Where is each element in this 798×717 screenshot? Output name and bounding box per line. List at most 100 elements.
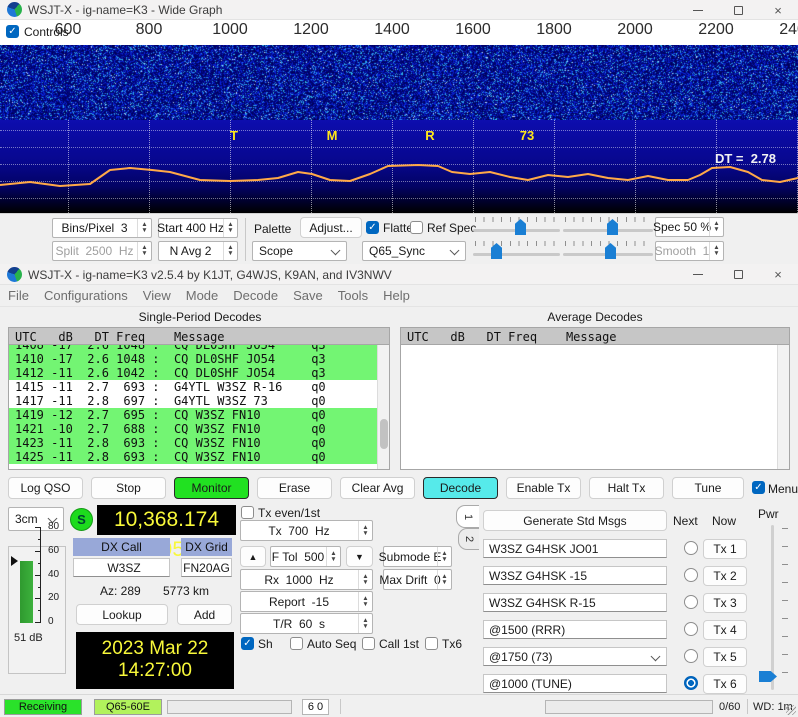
n-avg-spinbox[interactable]: N Avg 2▲▼: [158, 241, 238, 261]
spectrum-gain-slider[interactable]: [473, 241, 560, 259]
decode-row[interactable]: 1423 -11 2.8 693 : CQ W3SZ FN10 q0: [9, 436, 377, 450]
close-button[interactable]: ×: [763, 264, 793, 284]
decode-row[interactable]: 1417 -11 2.8 697 : G4YTL W3SZ 73 q0: [9, 394, 377, 408]
tx-2-now-button[interactable]: Tx 2: [703, 566, 747, 586]
minimize-button[interactable]: [683, 0, 713, 20]
scrollbar-vertical[interactable]: [377, 345, 389, 469]
f-tol-spinbox[interactable]: F Tol 500▲▼: [270, 546, 341, 567]
tx-message-3-field[interactable]: W3SZ G4HSK R-15: [483, 593, 667, 612]
tx-1-next-radio[interactable]: [684, 541, 698, 555]
tx-message-4-field[interactable]: @1500 (RRR): [483, 620, 667, 639]
tx-3-next-radio[interactable]: [684, 595, 698, 609]
decode-row[interactable]: 1412 -11 2.6 1042 : CQ DL0SHF JO54 q3: [9, 366, 377, 380]
call-1st-checkbox[interactable]: [362, 637, 375, 650]
tr-period-spinbox[interactable]: T/R 60 s▲▼: [240, 613, 373, 634]
rx-freq-spinbox[interactable]: Rx 1000 Hz▲▼: [240, 569, 373, 590]
tx-5-now-button[interactable]: Tx 5: [703, 647, 747, 667]
waterfall-display[interactable]: [0, 45, 798, 120]
adjust-button[interactable]: Adjust...: [300, 217, 362, 238]
spec-percent-spinbox[interactable]: Spec 50 %▲▼: [655, 217, 724, 237]
pwr-slider-handle[interactable]: [759, 671, 777, 682]
decode-row[interactable]: 1425 -11 2.8 693 : CQ W3SZ FN10 q0: [9, 450, 377, 464]
max-drift-spinbox[interactable]: Max Drift 0▲▼: [383, 569, 452, 590]
tx-message-6-field[interactable]: @1000 (TUNE): [483, 674, 667, 693]
erase-button[interactable]: Erase: [257, 477, 332, 499]
log-qso-button[interactable]: Log QSO: [8, 477, 83, 499]
menu-decode[interactable]: Decode: [233, 288, 278, 303]
flatten-checkbox[interactable]: ✓: [366, 221, 379, 234]
tx-6-next-radio[interactable]: [684, 676, 698, 690]
tune-button[interactable]: Tune: [672, 477, 744, 499]
tx-freq-spinbox[interactable]: Tx 700 Hz▲▼: [240, 520, 373, 541]
clear-avg-button[interactable]: Clear Avg: [340, 477, 415, 499]
menu-file[interactable]: File: [8, 288, 29, 303]
main-titlebar[interactable]: WSJT-X - ig-name=K3 v2.5.4 by K1JT, G4WJ…: [0, 264, 798, 285]
waterfall-zero-slider[interactable]: [563, 217, 653, 235]
tx-1-now-button[interactable]: Tx 1: [703, 539, 747, 559]
tx-to-rx-button[interactable]: ▲: [240, 546, 266, 567]
minimize-button[interactable]: [683, 264, 713, 284]
halt-tx-button[interactable]: Halt Tx: [589, 477, 664, 499]
close-button[interactable]: ×: [763, 0, 793, 20]
menu-view[interactable]: View: [143, 288, 171, 303]
smooth-spinbox[interactable]: Smooth 1▲▼: [655, 241, 724, 261]
status-indicator-button[interactable]: S: [70, 508, 93, 531]
maximize-button[interactable]: [723, 264, 753, 284]
dx-call-field[interactable]: W3SZ: [73, 558, 170, 577]
decode-row[interactable]: 1415 -11 2.7 693 : G4YTL W3SZ R-16 q0: [9, 380, 377, 394]
spectrum-display[interactable]: DT = 2.78 TMR73: [0, 120, 798, 213]
menu-tools[interactable]: Tools: [338, 288, 368, 303]
spectrum-zero-slider[interactable]: [563, 241, 653, 259]
auto-seq-checkbox[interactable]: [290, 637, 303, 650]
scope-combobox[interactable]: Scope: [252, 241, 347, 261]
sh-checkbox[interactable]: ✓: [241, 637, 254, 650]
report-spinbox[interactable]: Report -15▲▼: [240, 591, 373, 612]
monitor-button[interactable]: Monitor: [174, 477, 249, 499]
menu-mode[interactable]: Mode: [186, 288, 219, 303]
tx6-checkbox[interactable]: [425, 637, 438, 650]
sync-shape-combobox[interactable]: Q65_Sync: [362, 241, 466, 261]
pwr-slider-track[interactable]: [771, 525, 774, 690]
decode-row[interactable]: 1421 -10 2.7 688 : CQ W3SZ FN10 q0: [9, 422, 377, 436]
wide-graph-titlebar[interactable]: WSJT-X - ig-name=K3 - Wide Graph ×: [0, 0, 798, 20]
tx-5-next-radio[interactable]: [684, 649, 698, 663]
lookup-button[interactable]: Lookup: [76, 604, 168, 625]
start-freq-spinbox[interactable]: Start 400 Hz▲▼: [158, 218, 238, 238]
stop-button[interactable]: Stop: [91, 477, 166, 499]
scrollbar-thumb[interactable]: [380, 419, 388, 449]
add-button[interactable]: Add: [177, 604, 232, 625]
tx-message-1-field[interactable]: W3SZ G4HSK JO01: [483, 539, 667, 558]
tab-messages-2[interactable]: 2: [458, 528, 479, 550]
controls-checkbox[interactable]: ✓: [6, 25, 19, 38]
menus-checkbox[interactable]: ✓: [752, 481, 765, 494]
menu-help[interactable]: Help: [383, 288, 410, 303]
tx-3-now-button[interactable]: Tx 3: [703, 593, 747, 613]
frequency-scale[interactable]: 60080010001200140016001800200022002400 ✓…: [0, 20, 798, 45]
tx-4-next-radio[interactable]: [684, 622, 698, 636]
menu-save[interactable]: Save: [293, 288, 323, 303]
decode-row[interactable]: 1410 -17 2.6 1048 : CQ DL0SHF JO54 q3: [9, 352, 377, 366]
submode-spinbox[interactable]: Submode E▲▼: [383, 546, 452, 567]
split-spinbox[interactable]: Split 2500 Hz▲▼: [52, 241, 152, 261]
resize-grip[interactable]: [786, 705, 796, 715]
tx-4-now-button[interactable]: Tx 4: [703, 620, 747, 640]
rx-to-tx-button[interactable]: ▼: [346, 546, 373, 567]
tx-message-2-field[interactable]: W3SZ G4HSK -15: [483, 566, 667, 585]
bins-per-pixel-spinbox[interactable]: Bins/Pixel 3▲▼: [52, 218, 152, 238]
maximize-button[interactable]: [723, 0, 753, 20]
generate-std-msgs-button[interactable]: Generate Std Msgs: [483, 510, 667, 531]
tx-6-now-button[interactable]: Tx 6: [703, 674, 747, 694]
ref-spec-checkbox[interactable]: [410, 221, 423, 234]
tx-2-next-radio[interactable]: [684, 568, 698, 582]
menu-configurations[interactable]: Configurations: [44, 288, 128, 303]
tab-messages-1[interactable]: 1: [456, 505, 479, 528]
enable-tx-button[interactable]: Enable Tx: [506, 477, 581, 499]
dx-grid-field[interactable]: FN20AG: [181, 558, 232, 577]
decode-row[interactable]: 1419 -12 2.7 695 : CQ W3SZ FN10 q0: [9, 408, 377, 422]
tx-even-checkbox[interactable]: [241, 506, 254, 519]
tx-message-5-combobox[interactable]: @1750 (73): [483, 647, 667, 666]
scrollbar-vertical[interactable]: [777, 345, 789, 469]
waterfall-gain-slider[interactable]: [473, 217, 560, 235]
decode-row[interactable]: 1408 -17 2.6 1048 : CQ DL0SHF JO54 q3: [9, 345, 377, 352]
decode-button[interactable]: Decode: [423, 477, 498, 499]
